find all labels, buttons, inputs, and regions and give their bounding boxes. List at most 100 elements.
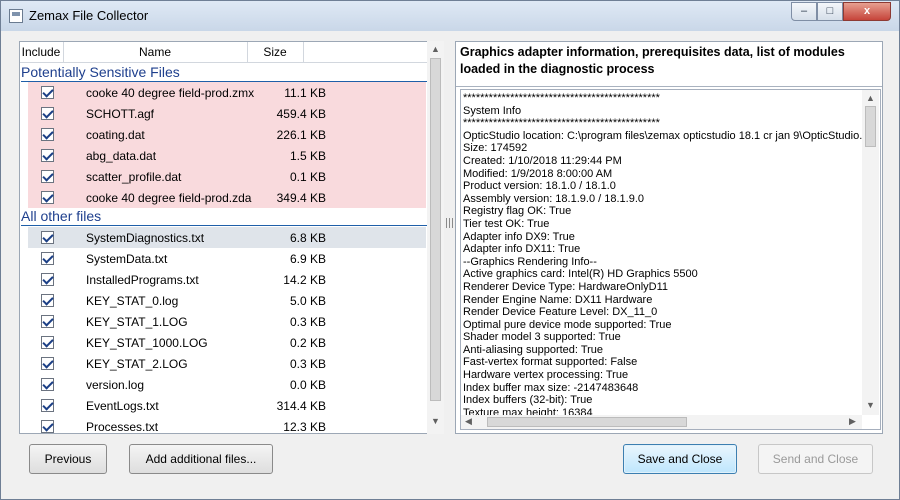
- preview-line: System Info: [463, 104, 522, 117]
- preview-panel: Graphics adapter information, prerequisi…: [455, 41, 883, 434]
- preview-line: Optimal pure device mode supported: True: [463, 318, 672, 331]
- file-row[interactable]: version.log 0.0 KB: [28, 374, 426, 395]
- file-name: scatter_profile.dat: [86, 170, 182, 184]
- file-size: 6.8 KB: [289, 231, 326, 245]
- include-checkbox[interactable]: [41, 315, 54, 328]
- panel-splitter[interactable]: [444, 218, 454, 228]
- preview-textbox[interactable]: ****************************************…: [460, 89, 881, 430]
- preview-line: Tier test OK: True: [463, 217, 550, 230]
- file-row[interactable]: cooke 40 degree field-prod.zda 349.4 KB: [28, 187, 426, 208]
- include-checkbox[interactable]: [41, 420, 54, 433]
- send-and-close-button[interactable]: Send and Close: [758, 444, 873, 474]
- preview-scroll-thumb[interactable]: [865, 106, 876, 147]
- file-list-scroll-thumb[interactable]: [430, 58, 441, 401]
- file-name: SCHOTT.agf: [86, 107, 155, 121]
- preview-line: --Graphics Rendering Info--: [463, 255, 597, 268]
- file-name: KEY_STAT_1.LOG: [86, 315, 188, 329]
- preview-line: Registry flag OK: True: [463, 205, 572, 218]
- preview-vertical-scrollbar[interactable]: ▲ ▼: [862, 90, 879, 415]
- preview-line: Size: 174592: [463, 142, 528, 155]
- preview-line: OpticStudio location: C:\program files\z…: [463, 129, 863, 142]
- file-row[interactable]: KEY_STAT_2.LOG 0.3 KB: [28, 353, 426, 374]
- file-list-scrollbar[interactable]: ▲ ▼: [427, 41, 444, 434]
- preview-line: Index buffer max size: -2147483648: [463, 381, 639, 394]
- include-checkbox[interactable]: [41, 273, 54, 286]
- file-row[interactable]: abg_data.dat 1.5 KB: [28, 145, 426, 166]
- file-size: 0.0 KB: [289, 378, 326, 392]
- include-checkbox[interactable]: [41, 170, 54, 183]
- scroll-right-icon[interactable]: ▶: [849, 416, 856, 427]
- file-row[interactable]: KEY_STAT_1.LOG 0.3 KB: [28, 311, 426, 332]
- file-row[interactable]: KEY_STAT_1000.LOG 0.2 KB: [28, 332, 426, 353]
- preview-line: Assembly version: 18.1.9.0 / 18.1.9.0: [463, 192, 644, 205]
- file-row[interactable]: scatter_profile.dat 0.1 KB: [28, 166, 426, 187]
- preview-hscroll-thumb[interactable]: [487, 417, 687, 427]
- file-name: cooke 40 degree field-prod.zmx: [86, 86, 255, 100]
- file-size: 0.3 KB: [289, 315, 326, 329]
- close-button[interactable]: x: [843, 2, 891, 21]
- file-row[interactable]: SCHOTT.agf 459.4 KB: [28, 103, 426, 124]
- file-row[interactable]: EventLogs.txt 314.4 KB: [28, 395, 426, 416]
- include-checkbox[interactable]: [41, 149, 54, 162]
- preview-line: Render Device Feature Level: DX_11_0: [463, 306, 658, 319]
- scroll-up-icon[interactable]: ▲: [866, 93, 875, 103]
- file-row[interactable]: SystemDiagnostics.txt 6.8 KB: [28, 227, 426, 248]
- maximize-button[interactable]: □: [817, 2, 843, 21]
- header-include[interactable]: Include: [20, 45, 62, 59]
- file-row[interactable]: Processes.txt 12.3 KB: [28, 416, 426, 437]
- file-size: 314.4 KB: [276, 399, 326, 413]
- file-size: 0.2 KB: [289, 336, 326, 350]
- file-size: 5.0 KB: [289, 294, 326, 308]
- app-icon: [9, 9, 23, 23]
- preview-line: Renderer Device Type: HardwareOnlyD11: [463, 280, 669, 293]
- include-checkbox[interactable]: [41, 294, 54, 307]
- app-window: Zemax File Collector ‒ □ x Include Name …: [0, 0, 900, 500]
- include-checkbox[interactable]: [41, 128, 54, 141]
- include-checkbox[interactable]: [41, 336, 54, 349]
- preview-line: Hardware vertex processing: True: [463, 369, 629, 382]
- preview-line: Modified: 1/9/2018 8:00:00 AM: [463, 167, 613, 180]
- scroll-left-icon[interactable]: ◀: [465, 416, 472, 427]
- include-checkbox[interactable]: [41, 357, 54, 370]
- file-list-panel: Include Name Size Potentially Sensitive …: [19, 41, 431, 434]
- preview-line: Product version: 18.1.0 / 18.1.0: [463, 180, 616, 193]
- include-checkbox[interactable]: [41, 378, 54, 391]
- header-size[interactable]: Size: [248, 45, 302, 59]
- file-size: 459.4 KB: [276, 107, 326, 121]
- preview-line: Anti-aliasing supported: True: [463, 343, 604, 356]
- scroll-up-icon[interactable]: ▲: [431, 44, 440, 54]
- include-checkbox[interactable]: [41, 231, 54, 244]
- preview-heading: Graphics adapter information, prerequisi…: [456, 42, 882, 87]
- add-files-button[interactable]: Add additional files...: [129, 444, 273, 474]
- file-row[interactable]: coating.dat 226.1 KB: [28, 124, 426, 145]
- scroll-down-icon[interactable]: ▼: [431, 416, 440, 426]
- file-name: cooke 40 degree field-prod.zda: [86, 191, 252, 205]
- scroll-down-icon[interactable]: ▼: [866, 400, 875, 410]
- preview-horizontal-scrollbar[interactable]: ◀ ▶: [461, 415, 862, 429]
- file-row[interactable]: InstalledPrograms.txt 14.2 KB: [28, 269, 426, 290]
- client-area: Include Name Size Potentially Sensitive …: [9, 31, 893, 493]
- save-and-close-button[interactable]: Save and Close: [623, 444, 737, 474]
- include-checkbox[interactable]: [41, 399, 54, 412]
- include-checkbox[interactable]: [41, 252, 54, 265]
- preview-line: Index buffers (32-bit): True: [463, 394, 593, 407]
- previous-button[interactable]: Previous: [29, 444, 107, 474]
- file-row[interactable]: cooke 40 degree field-prod.zmx 11.1 KB: [28, 82, 426, 103]
- file-name: Processes.txt: [86, 420, 159, 434]
- file-name: KEY_STAT_1000.LOG: [86, 336, 208, 350]
- title-bar[interactable]: Zemax File Collector ‒ □ x: [1, 1, 899, 31]
- file-row[interactable]: SystemData.txt 6.9 KB: [28, 248, 426, 269]
- file-name: version.log: [86, 378, 145, 392]
- file-name: InstalledPrograms.txt: [86, 273, 199, 287]
- include-checkbox[interactable]: [41, 86, 54, 99]
- file-row[interactable]: KEY_STAT_0.log 5.0 KB: [28, 290, 426, 311]
- file-size: 226.1 KB: [276, 128, 326, 142]
- include-checkbox[interactable]: [41, 191, 54, 204]
- preview-text[interactable]: ****************************************…: [463, 92, 863, 415]
- minimize-button[interactable]: ‒: [791, 2, 817, 21]
- include-checkbox[interactable]: [41, 107, 54, 120]
- preview-line: Texture max height: 16384: [463, 406, 593, 415]
- header-name[interactable]: Name: [64, 45, 246, 59]
- file-size: 6.9 KB: [289, 252, 326, 266]
- file-size: 1.5 KB: [289, 149, 326, 163]
